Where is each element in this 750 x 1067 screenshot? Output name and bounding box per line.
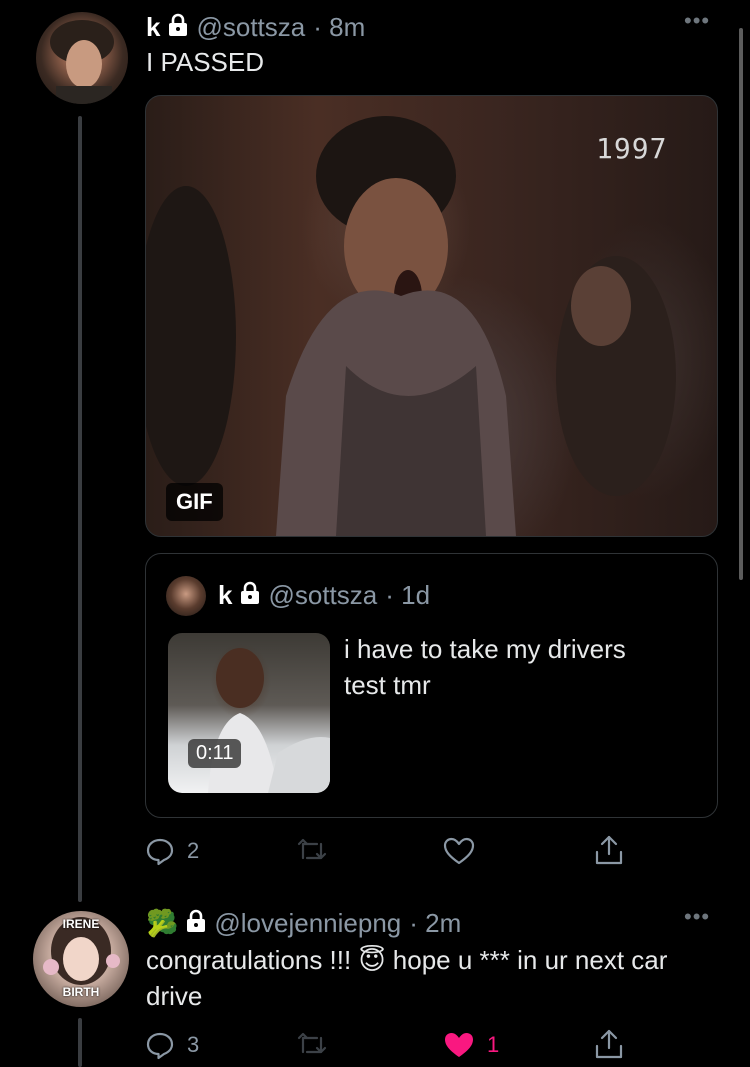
share-icon (595, 1029, 623, 1059)
quoted-timestamp: · 1d (385, 579, 431, 610)
reply-count: 3 (187, 1032, 200, 1057)
thread-line (78, 1018, 82, 1067)
display-name[interactable]: k (146, 12, 160, 43)
share-button[interactable] (594, 834, 624, 866)
avatar[interactable]: IRENE BIRTH (33, 911, 129, 1007)
lock-icon (240, 581, 260, 610)
reply-count: 2 (187, 838, 200, 863)
thread-line (78, 116, 82, 902)
halo-emoji: 😇 (358, 945, 386, 975)
retweet-icon (297, 1032, 327, 1054)
tweet-header: k @sottsza · 8m (146, 10, 365, 44)
avatar-bottom-text: BIRTH (62, 985, 100, 999)
retweet-button[interactable] (295, 836, 341, 866)
like-icon (443, 837, 475, 865)
timestamp[interactable]: · 8m (313, 12, 365, 43)
video-image (208, 648, 330, 793)
gif-overlay-text: 1997 (596, 132, 668, 165)
avatar-image (50, 20, 114, 104)
tweet-text: congratulations !!! 😇 hope u *** in ur n… (146, 942, 721, 1014)
handle[interactable]: @lovejenniepng (214, 908, 401, 939)
avatar[interactable] (36, 12, 128, 104)
quoted-text: i have to take my drivers test tmr (344, 634, 626, 700)
quoted-header: k @sottsza · 1d (218, 578, 430, 612)
quoted-tweet[interactable]: k @sottsza · 1d 0:11 i have to take my d… (145, 553, 718, 818)
timestamp[interactable]: · 2m (409, 908, 461, 939)
retweet-icon (297, 838, 327, 860)
tweet-header: 🥦 @lovejenniepng · 2m (146, 906, 461, 940)
reply-button[interactable]: 3 (145, 1030, 199, 1060)
like-button[interactable] (443, 836, 487, 866)
like-count: 1 (487, 1032, 500, 1057)
more-icon[interactable]: ••• (684, 8, 710, 34)
gif-badge: GIF (166, 483, 223, 521)
gif-media[interactable]: 1997 GIF (145, 95, 718, 537)
display-name-emoji[interactable]: 🥦 (146, 908, 178, 939)
like-button[interactable]: 1 (443, 1030, 499, 1060)
like-icon-filled (445, 1033, 473, 1057)
quoted-avatar (166, 576, 206, 616)
retweet-button[interactable] (295, 1030, 341, 1060)
scrollbar[interactable] (739, 28, 743, 580)
lock-icon (186, 909, 206, 938)
tweet-text: I PASSED (146, 47, 265, 77)
reply-icon (146, 1032, 174, 1060)
avatar-top-text: IRENE (62, 917, 100, 931)
reply-icon (146, 838, 174, 866)
handle[interactable]: @sottsza (196, 12, 305, 43)
share-button[interactable] (594, 1028, 624, 1060)
tweet-text-part: congratulations !!! (146, 945, 359, 975)
share-icon (595, 835, 623, 865)
quoted-display-name: k (218, 579, 233, 610)
video-thumbnail[interactable]: 0:11 (168, 633, 330, 793)
reply-button[interactable]: 2 (145, 836, 199, 866)
quoted-handle: @sottsza (268, 579, 378, 610)
lock-icon (168, 13, 188, 42)
video-duration: 0:11 (188, 739, 242, 768)
more-icon[interactable]: ••• (684, 904, 710, 930)
